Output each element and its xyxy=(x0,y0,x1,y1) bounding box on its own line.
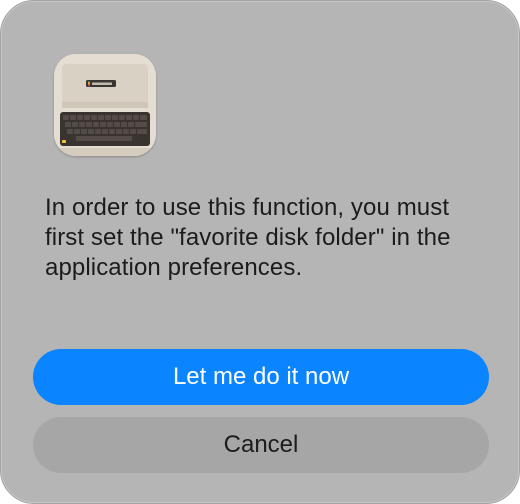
alert-message: In order to use this function, you must … xyxy=(45,194,451,281)
let-me-do-it-now-button[interactable]: Let me do it now xyxy=(33,349,489,405)
apple-ii-computer-icon xyxy=(54,54,156,156)
cancel-button[interactable]: Cancel xyxy=(33,417,489,473)
alert-dialog: In order to use this function, you must … xyxy=(0,0,520,504)
